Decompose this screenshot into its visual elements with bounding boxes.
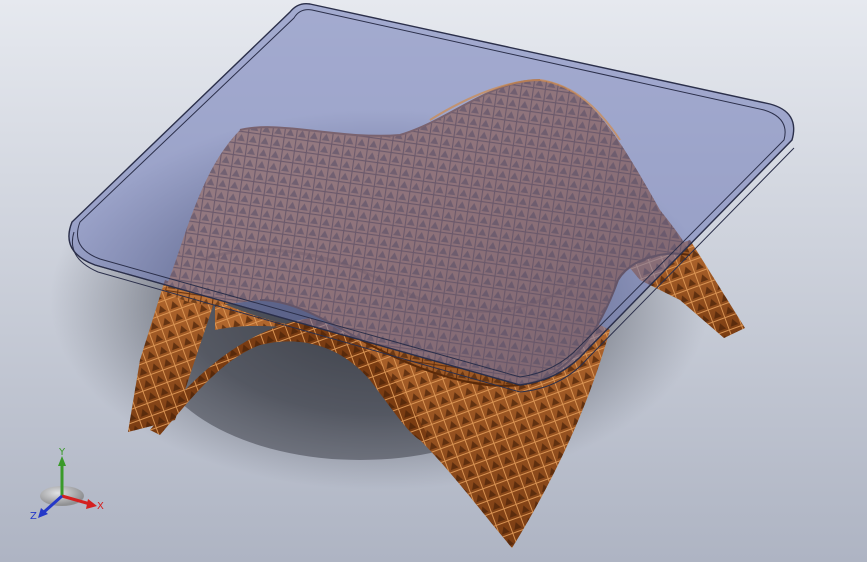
- y-axis-label: Y: [58, 447, 66, 458]
- graphics-viewport[interactable]: Y X Z: [0, 0, 867, 562]
- 3d-model-view[interactable]: [0, 0, 867, 562]
- z-axis-label: Z: [30, 511, 37, 522]
- x-axis-label: X: [97, 501, 104, 512]
- axis-triad[interactable]: Y X Z: [30, 446, 112, 528]
- x-axis-arrow: [86, 499, 97, 509]
